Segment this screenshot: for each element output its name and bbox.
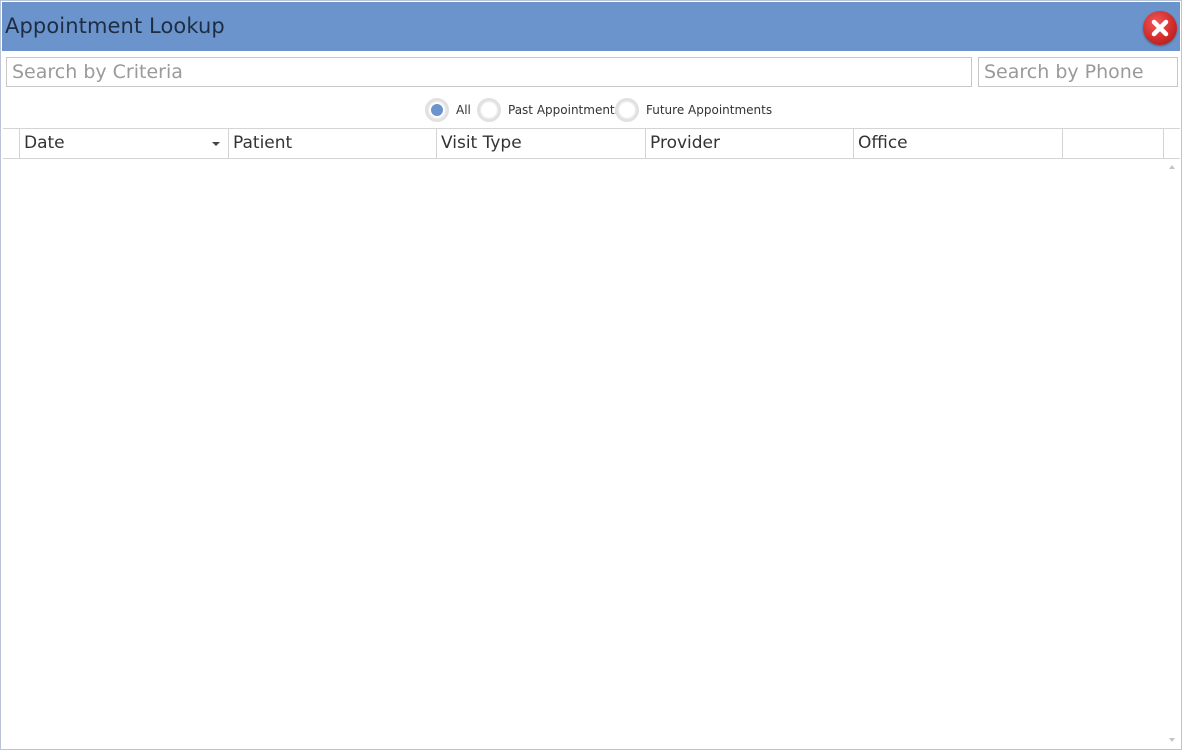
close-icon <box>1151 19 1169 37</box>
grid-header: Date Patient Visit Type Provider Office <box>3 129 1180 159</box>
column-header-visit-type[interactable]: Visit Type <box>437 129 646 158</box>
column-header-date-label: Date <box>24 133 65 153</box>
window-title: Appointment Lookup <box>5 14 225 38</box>
close-button[interactable] <box>1143 11 1177 45</box>
radio-future-appointments-label: Future Appointments <box>646 103 773 117</box>
grid-body <box>3 159 1163 748</box>
radio-selected-dot-icon <box>431 104 443 116</box>
column-header-extra[interactable] <box>1063 129 1164 158</box>
radio-all-label: All <box>456 103 471 117</box>
title-bar: Appointment Lookup <box>2 2 1180 51</box>
radio-circle-icon <box>615 98 639 122</box>
sort-descending-icon <box>212 142 220 146</box>
scroll-down-arrow-icon[interactable] <box>1164 732 1180 748</box>
search-criteria-input[interactable] <box>6 57 972 87</box>
column-header-patient[interactable]: Patient <box>229 129 437 158</box>
scroll-up-arrow-icon[interactable] <box>1164 159 1180 175</box>
row-indicator-header <box>3 129 20 158</box>
column-header-office-label: Office <box>858 133 908 153</box>
column-header-visit-type-label: Visit Type <box>441 133 522 153</box>
column-header-provider-label: Provider <box>650 133 720 153</box>
column-header-date[interactable]: Date <box>20 129 229 158</box>
appointments-grid: Date Patient Visit Type Provider Office <box>3 128 1180 749</box>
radio-past-appointments-label: Past Appointments <box>508 103 621 117</box>
radio-circle-icon <box>477 98 501 122</box>
vertical-scrollbar[interactable] <box>1164 159 1180 748</box>
column-header-office[interactable]: Office <box>854 129 1063 158</box>
column-header-patient-label: Patient <box>233 133 293 153</box>
search-phone-input[interactable] <box>978 57 1178 87</box>
column-header-provider[interactable]: Provider <box>646 129 854 158</box>
appointment-lookup-window: Appointment Lookup All Past Appointments… <box>0 0 1182 750</box>
